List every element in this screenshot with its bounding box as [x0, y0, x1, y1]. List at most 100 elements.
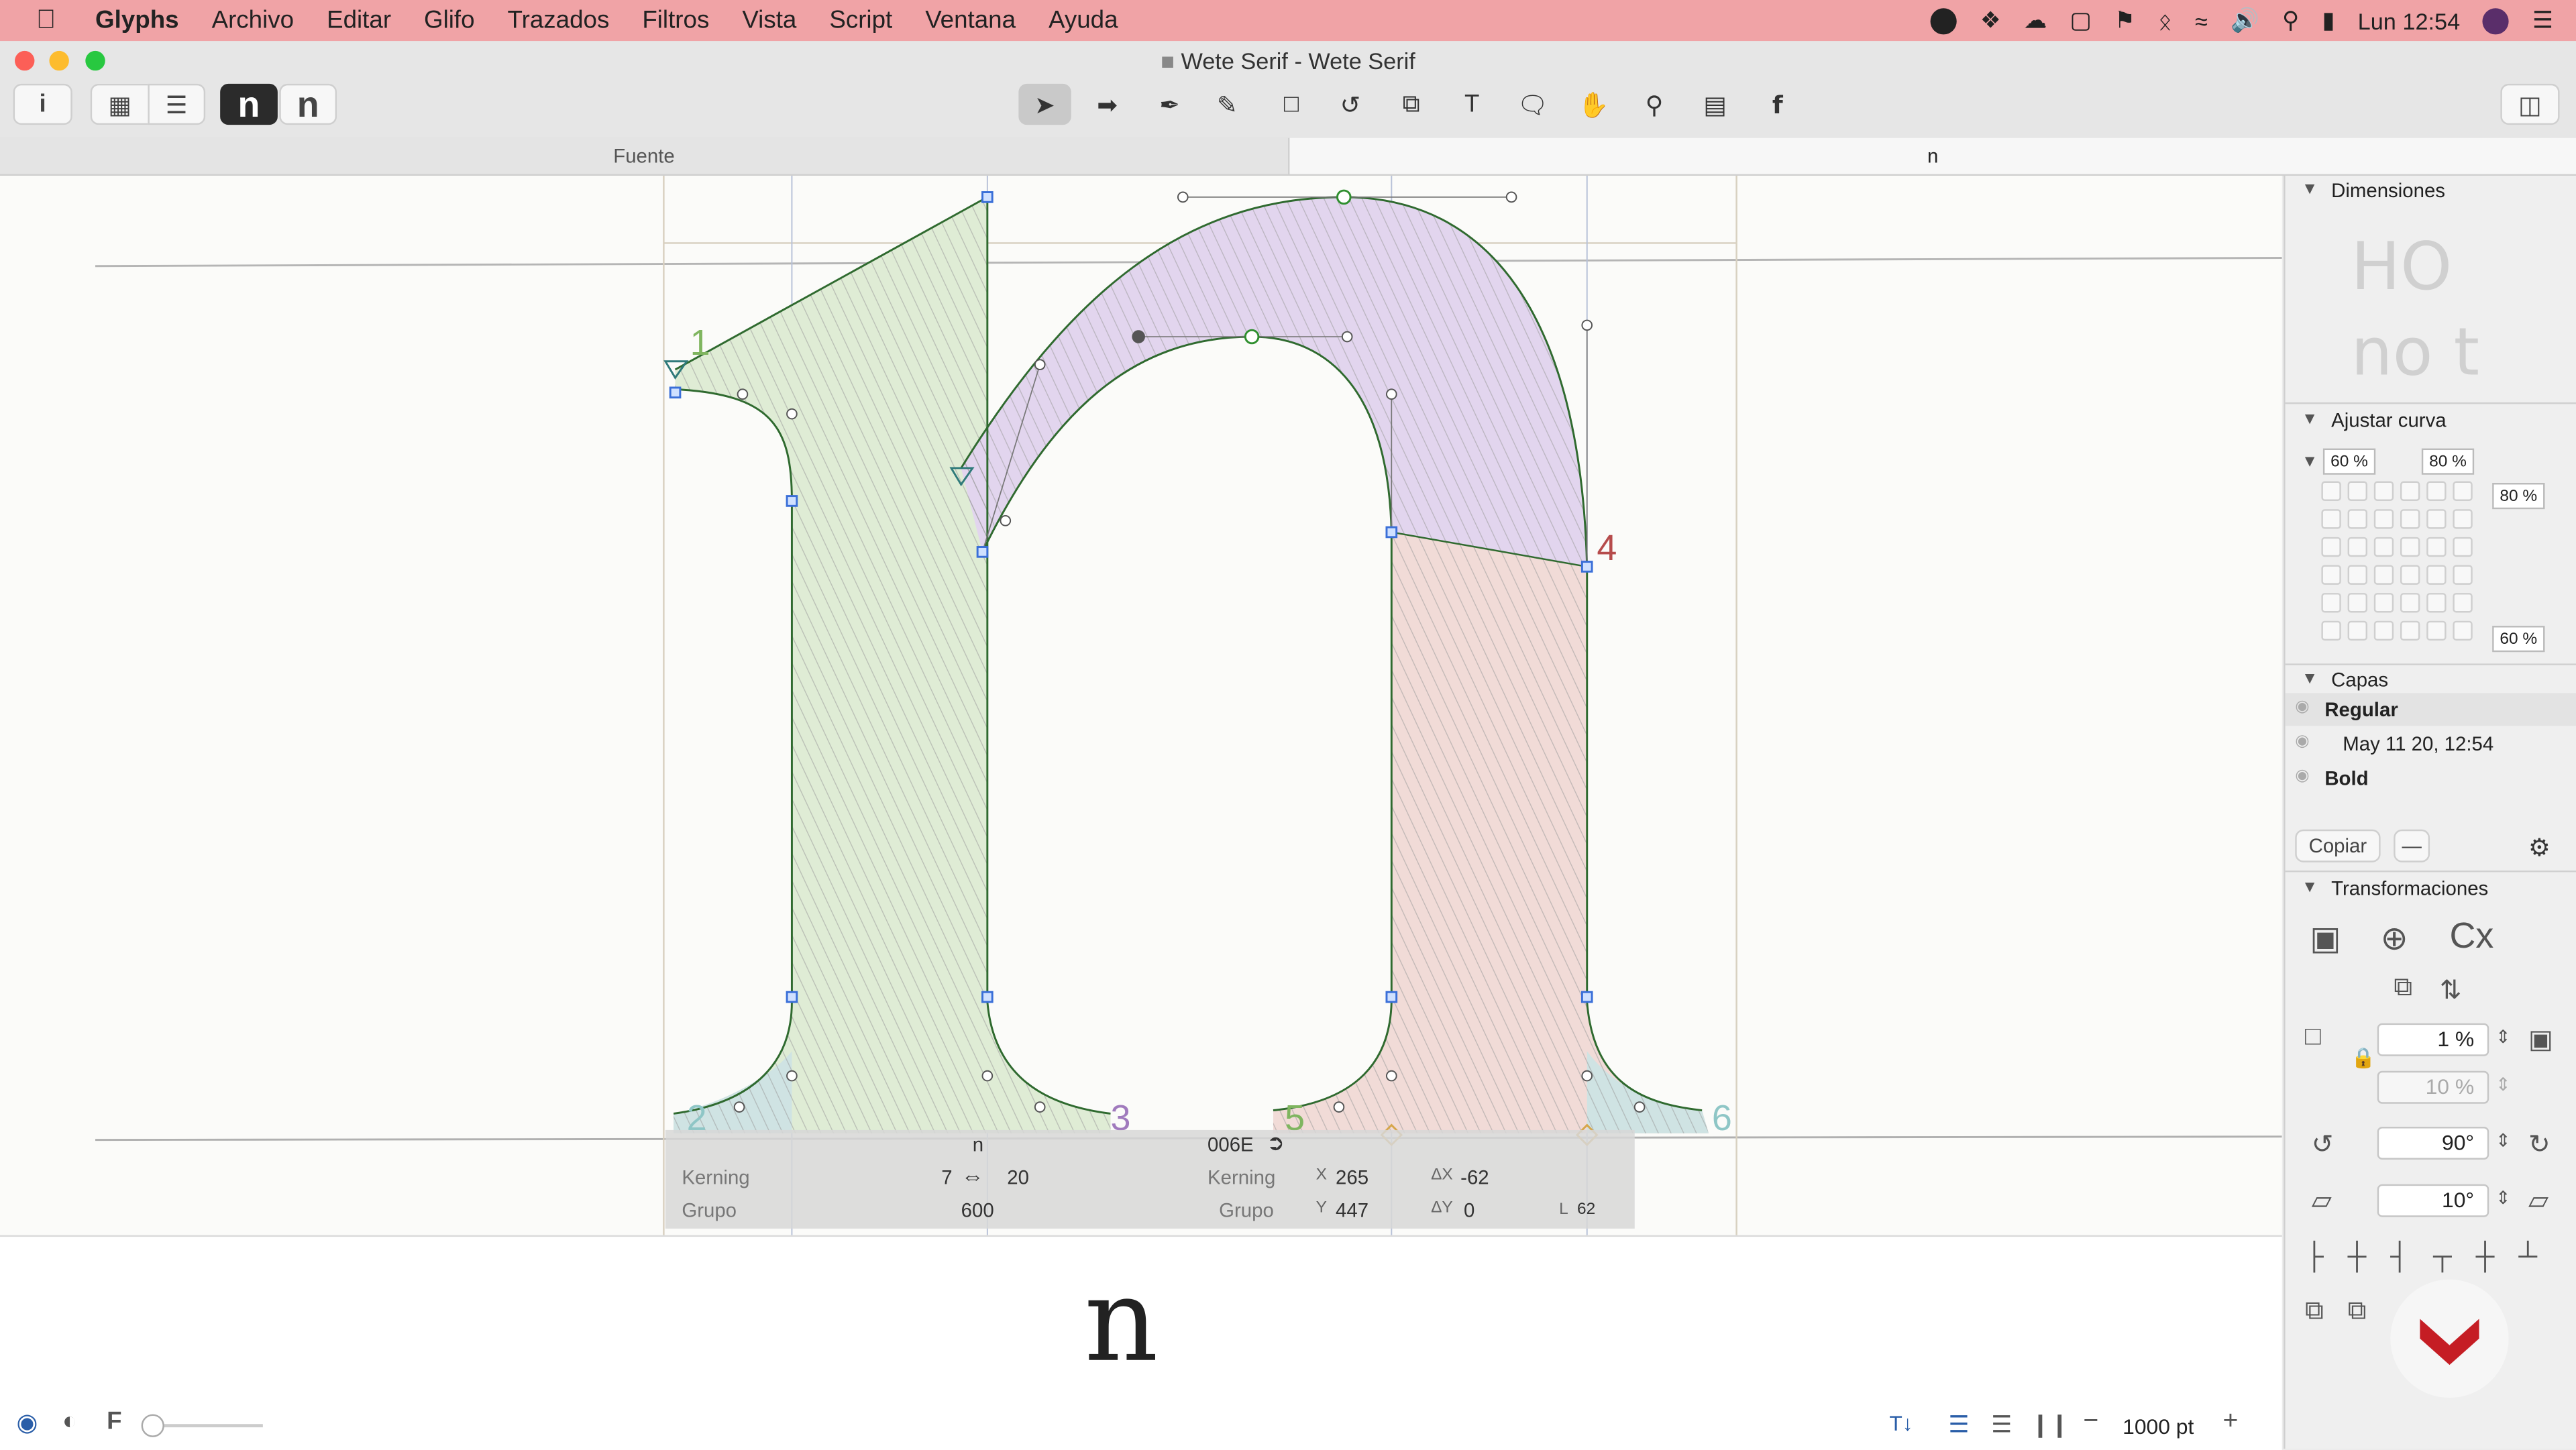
align-center-vertical-icon[interactable]: ┼: [2476, 1243, 2495, 1273]
text-tool[interactable]: T: [1446, 84, 1498, 125]
zoom-tool[interactable]: ⚲: [1628, 84, 1680, 125]
curve-grid-cell[interactable]: [2453, 481, 2473, 501]
curve-expand-icon[interactable]: ▼: [2302, 453, 2318, 471]
scale-vertical-stepper[interactable]: ⇕: [2496, 1074, 2511, 1095]
align-center-horizontal-icon[interactable]: ┼: [2348, 1243, 2367, 1273]
kern-right-value[interactable]: 20: [1007, 1166, 1029, 1189]
arrow-right-circle-icon[interactable]: ➲: [1267, 1130, 1285, 1156]
menu-editar[interactable]: Editar: [327, 7, 391, 35]
curve-grid-cell[interactable]: [2400, 537, 2420, 557]
glyph-width-value[interactable]: 600: [961, 1199, 994, 1222]
layer-row-regular[interactable]: ◉ Regular: [2285, 693, 2576, 726]
curve-grid-cell[interactable]: [2347, 537, 2368, 557]
slant-field[interactable]: 10°: [2377, 1184, 2489, 1217]
curve-grid-cell[interactable]: [2347, 481, 2368, 501]
curve-grid-cell[interactable]: [2400, 620, 2420, 641]
list-view-button[interactable]: ☰: [148, 83, 206, 125]
align-right-icon[interactable]: ☰: [1991, 1411, 2012, 1439]
dx-value[interactable]: -62: [1460, 1166, 1489, 1189]
columns-icon[interactable]: ❙❙: [2031, 1411, 2069, 1439]
align-left-edge-icon[interactable]: ├: [2305, 1243, 2324, 1273]
curve-grid-cell[interactable]: [2347, 593, 2368, 613]
curve-grid-cell[interactable]: [2453, 620, 2473, 641]
curve-grid-cell[interactable]: [2426, 509, 2447, 529]
menu-ventana[interactable]: Ventana: [925, 7, 1016, 35]
text-direction-icon[interactable]: T↓: [1889, 1411, 1913, 1436]
rotate-tool[interactable]: ↺: [1324, 84, 1377, 125]
kern-left-value[interactable]: 7: [941, 1166, 952, 1189]
select-all-layers-tool[interactable]: ➡: [1081, 84, 1133, 125]
align-right-edge-icon[interactable]: ┤: [2390, 1243, 2409, 1273]
contrast-icon[interactable]: ◐: [62, 1408, 77, 1436]
lock-icon[interactable]: 🔒: [2351, 1046, 2376, 1069]
dropbox-icon[interactable]: ❖: [1980, 7, 2001, 35]
curve-grid-cell[interactable]: [2321, 565, 2341, 585]
menu-filtros[interactable]: Filtros: [642, 7, 709, 35]
curve-grid-cell[interactable]: [2321, 537, 2341, 557]
apple-icon[interactable]: : [36, 6, 69, 36]
layer-row-backup[interactable]: ◉ May 11 20, 12:54: [2286, 728, 2576, 761]
y-value[interactable]: 447: [1336, 1199, 1368, 1222]
hand-tool[interactable]: ✋: [1567, 84, 1619, 125]
dy-value[interactable]: 0: [1464, 1199, 1474, 1222]
slant-right-icon[interactable]: ▱: [2528, 1184, 2548, 1217]
glyph-outline-svg[interactable]: 1 2 3 4 5 6: [0, 176, 2282, 1235]
curve-grid-cell[interactable]: [2453, 593, 2473, 613]
collapse-triangle-icon[interactable]: ▼: [2302, 180, 2318, 199]
measure-tool[interactable]: ▤: [1689, 84, 1741, 125]
align-top-edge-icon[interactable]: ┬: [2433, 1243, 2452, 1273]
curve-value-top-right[interactable]: 80 %: [2421, 448, 2475, 475]
curve-grid-cell[interactable]: [2426, 593, 2447, 613]
layer-eye-icon[interactable]: ◉: [2295, 732, 2309, 750]
curve-grid-cell[interactable]: [2400, 593, 2420, 613]
record-icon[interactable]: [1931, 7, 1957, 34]
curve-value-right-top[interactable]: 80 %: [2492, 483, 2545, 510]
f-icon[interactable]: F: [107, 1408, 121, 1436]
flip-vertical-icon[interactable]: ⇅: [2440, 974, 2462, 1007]
menu-script[interactable]: Script: [829, 7, 892, 35]
slider-knob[interactable]: [141, 1414, 164, 1437]
clock[interactable]: Lun 12:54: [2358, 7, 2461, 34]
curve-value-top-left[interactable]: 60 %: [2322, 448, 2376, 475]
tab-glyph-n[interactable]: n: [1289, 137, 2576, 174]
union-icon[interactable]: ⧉: [2305, 1298, 2324, 1327]
wifi-icon[interactable]: ≈: [2195, 7, 2208, 34]
curve-grid-cell[interactable]: [2373, 537, 2394, 557]
scale-field[interactable]: 1 %: [2377, 1023, 2489, 1056]
curve-grid-cell[interactable]: [2453, 537, 2473, 557]
menu-archivo[interactable]: Archivo: [212, 7, 294, 35]
curve-grid-cell[interactable]: [2426, 565, 2447, 585]
remove-layer-button[interactable]: —: [2394, 829, 2430, 862]
copy-layer-button[interactable]: Copiar: [2295, 829, 2381, 862]
scale-field-vertical[interactable]: 10 %: [2377, 1070, 2489, 1104]
slant-stepper[interactable]: ⇕: [2496, 1188, 2511, 1209]
collapse-triangle-icon[interactable]: ▼: [2302, 410, 2318, 429]
gear-icon[interactable]: ⚙: [2528, 833, 2551, 862]
lock-icon[interactable]: ⚑: [2114, 7, 2135, 35]
pencil-tool[interactable]: ✎: [1201, 84, 1253, 125]
grid-view-button[interactable]: ▦: [90, 83, 148, 125]
curve-grid-cell[interactable]: [2400, 565, 2420, 585]
curve-value-right-bottom[interactable]: 60 %: [2492, 626, 2545, 653]
tab-font[interactable]: Fuente: [0, 137, 1290, 174]
rectangle-tool[interactable]: □: [1265, 84, 1318, 125]
menu-ayuda[interactable]: Ayuda: [1049, 7, 1118, 35]
user-avatar-icon[interactable]: [2483, 7, 2510, 34]
rotate-stepper[interactable]: ⇕: [2496, 1130, 2511, 1151]
x-value[interactable]: 265: [1336, 1166, 1368, 1189]
control-center-icon[interactable]: ☰: [2532, 7, 2553, 35]
scale-down-icon[interactable]: □: [2305, 1023, 2321, 1053]
scale-stepper[interactable]: ⇕: [2496, 1027, 2511, 1048]
notes-icon[interactable]: ▢: [2070, 7, 2091, 35]
layer-row-bold[interactable]: ◉ Bold: [2286, 762, 2576, 795]
align-left-icon[interactable]: ☰: [1949, 1411, 1970, 1439]
crosshair-icon[interactable]: ⊕: [2381, 918, 2408, 959]
menu-trazados[interactable]: Trazados: [508, 7, 610, 35]
subtract-icon[interactable]: ⧉: [2348, 1298, 2367, 1327]
flip-horizontal-icon[interactable]: ⧉: [2394, 974, 2412, 1003]
scale-tool[interactable]: ⧉: [1385, 84, 1438, 125]
menu-glifo[interactable]: Glifo: [424, 7, 475, 35]
scale-up-icon[interactable]: ▣: [2528, 1023, 2553, 1056]
curve-grid-cell[interactable]: [2453, 565, 2473, 585]
curve-grid-cell[interactable]: [2373, 620, 2394, 641]
